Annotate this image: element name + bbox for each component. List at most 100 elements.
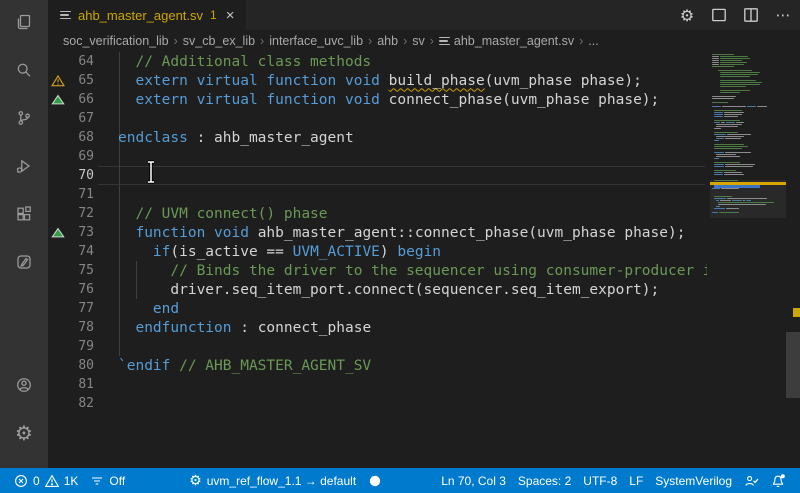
gutter-warning-icon [48,71,68,90]
status-label: Spaces: 2 [517,473,572,488]
status-label: uvm_ref_flow_1.1 → default [206,473,357,488]
code-line-80[interactable]: 80 `endif // AHB_MASTER_AGENT_SV [48,356,707,375]
status-label: Ln 70, Col 3 [441,473,506,488]
breadcrumb-label: ahb_master_agent.sv [453,34,575,48]
language-status-circle-icon[interactable] [362,468,388,493]
breadcrumb-item[interactable]: ahb_master_agent.sv [438,34,575,48]
code-line-71[interactable]: 71 [48,185,707,204]
feedback-icon[interactable] [738,468,765,493]
gutter-empty [48,375,68,394]
code-line-76[interactable]: 76 driver.seq_item_port.connect(sequence… [48,280,707,299]
status-item-problems[interactable]: 0 1K [8,468,84,493]
code-line-68[interactable]: 68 endclass : ahb_master_agent [48,128,707,147]
breadcrumb-separator: › [403,34,408,48]
status-item-indentation[interactable]: Spaces: 2 [512,468,577,493]
code-line-72[interactable]: 72 // UVM connect() phase [48,204,707,223]
line-number: 79 [78,339,94,354]
minimap-line [712,212,740,214]
breadcrumb-item[interactable]: soc_verification_lib [63,34,169,48]
line-text: endclass : ahb_master_agent [118,129,354,146]
code-line-73[interactable]: 73 function void ahb_master_agent::conne… [48,223,707,242]
activity-bar: ⚙ [0,0,48,468]
breadcrumb-item[interactable]: sv_cb_ex_lib [183,34,255,48]
line-number: 80 [78,358,94,373]
status-item-encoding[interactable]: UTF-8 [577,468,623,493]
code-area[interactable]: 64 // Additional class methods 65 extern … [48,52,707,468]
overview-ruler [786,52,800,468]
customize-layout-icon[interactable] [708,4,730,26]
split-editor-icon[interactable] [740,4,762,26]
gutter-empty [48,280,68,299]
vscode-window: ⚙ ahb_master_agent.sv 1 × ⚙ ⋯ soc_verific… [0,0,800,493]
line-number: 67 [78,111,94,126]
tab-problem-badge: 1 [210,8,217,22]
breadcrumb-separator: › [173,34,178,48]
gutter-pass-icon [48,223,68,242]
line-number: 77 [78,301,94,316]
code-line-79[interactable]: 79 [48,337,707,356]
line-text: endfunction : connect_phase [135,319,372,336]
search-icon[interactable] [8,54,40,86]
minimap[interactable] [710,54,786,470]
breadcrumb-item[interactable]: interface_uvc_lib [269,34,363,48]
code-line-65[interactable]: 65 extern virtual function void build_ph… [48,71,707,90]
feedback-icon [744,474,759,488]
close-icon[interactable]: × [224,8,237,23]
settings-gear-icon[interactable]: ⚙ [676,4,698,26]
code-line-67[interactable]: 67 [48,109,707,128]
line-text: // Binds the driver to the sequencer usi… [170,262,707,279]
line-text: end [152,300,180,317]
code-line-74[interactable]: 74 if(is_active == UVM_ACTIVE) begin [48,242,707,261]
line-number: 73 [78,225,94,240]
code-line-64[interactable]: 64 // Additional class methods [48,52,707,71]
status-item-eol[interactable]: LF [623,468,649,493]
code-line-70[interactable]: 70 [48,166,707,185]
line-text: `endif // AHB_MASTER_AGENT_SV [118,357,372,374]
status-label: LF [629,473,644,488]
status-label: SystemVerilog [655,473,732,488]
code-editor[interactable]: 64 // Additional class methods 65 extern … [48,52,800,468]
gutter-empty [48,109,68,128]
code-line-69[interactable]: 69 [48,147,707,166]
error-circle-icon [15,474,27,487]
line-number: 74 [78,244,94,259]
settings-gear-icon[interactable]: ⚙ [8,417,40,449]
line-number: 82 [78,396,94,411]
explorer-icon[interactable] [8,6,40,38]
source-control-icon[interactable] [8,102,40,134]
line-number: 71 [78,187,94,202]
line-number: 81 [78,377,94,392]
line-text: function void ahb_master_agent::connect_… [135,224,686,241]
code-line-77[interactable]: 77 end [48,299,707,318]
line-number: 70 [78,168,94,183]
status-item-cursor-position[interactable]: Ln 70, Col 3 [435,468,512,493]
breadcrumb-item[interactable]: ahb [377,34,398,48]
code-line-75[interactable]: 75 // Binds the driver to the sequencer … [48,261,707,280]
tab-ahb-master-agent[interactable]: ahb_master_agent.sv 1 × [48,0,247,30]
notebook-pencil-icon[interactable] [8,246,40,278]
breadcrumb-item[interactable]: sv [412,34,425,48]
code-line-66[interactable]: 66 extern virtual function void connect_… [48,90,707,109]
gutter-empty [48,356,68,375]
warning-marker [793,308,800,317]
status-item-language[interactable]: SystemVerilog [649,468,738,493]
account-icon[interactable] [8,369,40,401]
status-item-config[interactable]: ⚙ uvm_ref_flow_1.1 → default [183,468,362,493]
status-item-off[interactable]: Off [84,468,131,493]
more-actions-icon[interactable]: ⋯ [772,4,794,26]
code-line-78[interactable]: 78 endfunction : connect_phase [48,318,707,337]
file-type-icon [438,35,450,48]
notifications-bell-icon[interactable] [765,468,792,493]
line-number: 66 [78,92,94,107]
run-debug-icon[interactable] [8,150,40,182]
gutter-empty [48,394,68,413]
extensions-icon[interactable] [8,198,40,230]
code-line-82[interactable]: 82 [48,394,707,413]
gutter-empty [48,166,68,185]
filter-icon [90,474,104,488]
editor-actions: ⚙ ⋯ [676,0,794,30]
breadcrumb-item[interactable]: ... [588,34,598,48]
scrollbar-slider[interactable] [786,332,800,398]
code-line-81[interactable]: 81 [48,375,707,394]
minimap-line [714,166,754,168]
